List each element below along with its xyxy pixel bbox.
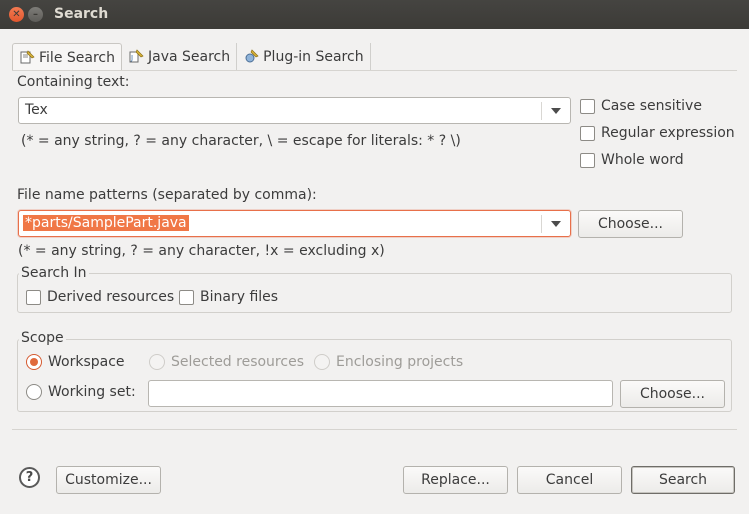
file-patterns-combo[interactable]: *parts/SamplePart.java	[18, 210, 571, 237]
svg-text:J: J	[130, 54, 133, 62]
case-sensitive-label: Case sensitive	[601, 98, 702, 114]
minimize-icon[interactable]: –	[28, 7, 43, 22]
file-patterns-label: File name patterns (separated by comma):	[17, 187, 317, 203]
radio-dot[interactable]	[314, 354, 330, 370]
customize-button[interactable]: Customize...	[56, 466, 161, 494]
search-tabs: File Search J Java Search Plug-in Search	[12, 43, 371, 71]
footer-divider	[12, 429, 737, 430]
checkbox-box[interactable]	[580, 98, 595, 114]
regex-checkbox[interactable]: Regular expression	[580, 125, 735, 141]
cancel-button[interactable]: Cancel	[517, 466, 622, 494]
chevron-down-icon[interactable]	[551, 221, 561, 227]
patterns-choose-button[interactable]: Choose...	[578, 210, 683, 238]
containing-text-label: Containing text:	[17, 74, 130, 90]
help-icon[interactable]: ?	[19, 467, 40, 488]
plugin-search-icon	[245, 49, 259, 63]
search-in-title: Search In	[19, 265, 89, 281]
file-patterns-hint: (* = any string, ? = any character, !x =…	[18, 243, 385, 259]
workspace-radio[interactable]: Workspace	[26, 354, 125, 370]
binary-files-checkbox[interactable]: Binary files	[179, 289, 278, 305]
tab-file-search[interactable]: File Search	[12, 43, 122, 71]
working-set-label: Working set:	[48, 384, 136, 400]
tab-plugin-search-label: Plug-in Search	[263, 49, 364, 65]
working-set-choose-button[interactable]: Choose...	[620, 380, 725, 408]
window-title: Search	[54, 6, 109, 22]
derived-resources-label: Derived resources	[47, 289, 175, 305]
containing-text-combo[interactable]: Tex	[18, 97, 571, 124]
containing-text-value: Tex	[25, 102, 48, 118]
derived-resources-checkbox[interactable]: Derived resources	[26, 289, 174, 305]
selected-resources-label: Selected resources	[171, 354, 304, 370]
enclosing-projects-radio[interactable]: Enclosing projects	[314, 354, 463, 370]
tab-java-search[interactable]: J Java Search	[122, 43, 238, 71]
whole-word-label: Whole word	[601, 152, 684, 168]
tab-divider	[12, 70, 737, 71]
whole-word-checkbox[interactable]: Whole word	[580, 152, 684, 168]
tab-java-search-label: Java Search	[147, 49, 231, 65]
working-set-input[interactable]	[148, 380, 613, 407]
combo-separator	[541, 102, 542, 120]
case-sensitive-checkbox[interactable]: Case sensitive	[580, 98, 702, 114]
close-icon[interactable]: ✕	[9, 7, 24, 22]
tab-plugin-search[interactable]: Plug-in Search	[237, 43, 371, 71]
java-search-icon: J	[129, 49, 144, 63]
enclosing-projects-label: Enclosing projects	[336, 354, 464, 370]
scope-title: Scope	[19, 330, 66, 346]
title-bar: ✕ – Search	[0, 0, 749, 29]
tab-file-search-label: File Search	[39, 49, 115, 66]
checkbox-box[interactable]	[26, 289, 41, 305]
search-button[interactable]: Search	[631, 466, 735, 494]
regex-label: Regular expression	[601, 125, 735, 141]
checkbox-box[interactable]	[580, 125, 595, 141]
combo-separator	[541, 215, 542, 233]
file-patterns-value: *parts/SamplePart.java	[23, 215, 189, 231]
radio-dot[interactable]	[149, 354, 165, 370]
working-set-radio[interactable]: Working set:	[26, 384, 136, 400]
radio-dot[interactable]	[26, 354, 42, 370]
selected-resources-radio[interactable]: Selected resources	[149, 354, 304, 370]
replace-button[interactable]: Replace...	[403, 466, 508, 494]
checkbox-box[interactable]	[179, 289, 194, 305]
radio-dot[interactable]	[26, 384, 42, 400]
file-search-icon	[20, 49, 35, 63]
checkbox-box[interactable]	[580, 152, 595, 168]
containing-text-hint: (* = any string, ? = any character, \ = …	[21, 133, 461, 149]
binary-files-label: Binary files	[200, 289, 279, 305]
workspace-label: Workspace	[48, 354, 125, 370]
chevron-down-icon[interactable]	[551, 108, 561, 114]
